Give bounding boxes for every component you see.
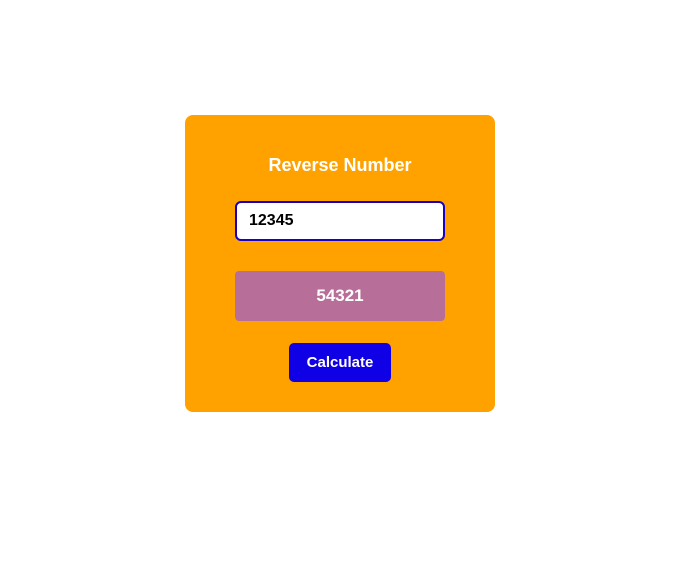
result-display: 54321 (235, 271, 445, 321)
reverse-number-card: Reverse Number 54321 Calculate (185, 115, 495, 412)
number-input[interactable] (235, 201, 445, 241)
calculate-button[interactable]: Calculate (289, 343, 392, 382)
card-title: Reverse Number (268, 155, 411, 176)
